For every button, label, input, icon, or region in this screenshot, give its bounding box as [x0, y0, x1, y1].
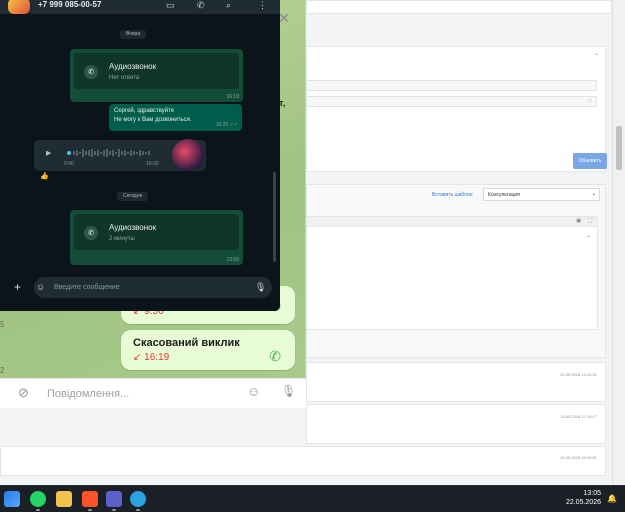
notification-icon[interactable]: 🔔 [607, 494, 617, 503]
partial-text: 2 [0, 366, 5, 375]
clock-date: 22.05.2026 [565, 499, 601, 506]
missed-call-icon: ✆ [84, 65, 98, 79]
plus-icon[interactable]: + [14, 280, 21, 294]
attach-icon[interactable]: ⊘ [18, 385, 29, 401]
call-status: 2 минуты [109, 236, 135, 242]
sticker-icon[interactable]: ☺ [36, 282, 45, 292]
crm-top-panel [306, 0, 612, 14]
contact-avatar[interactable] [8, 0, 30, 14]
refresh-button[interactable]: Обновить [573, 153, 607, 169]
image-icon[interactable]: ▣ [576, 218, 581, 224]
audio-call-message[interactable]: ✆ Аудиозвонок Нет ответа 16:19 [70, 49, 243, 102]
scrollbar-thumb[interactable] [616, 126, 622, 170]
message-line: Сергей, здравствуйте [114, 108, 175, 114]
running-indicator [88, 509, 92, 511]
cancelled-call-bubble[interactable]: Скасований виклик ↙ 16:19 ✆ [121, 330, 295, 370]
reaction-icon[interactable]: 👍 [40, 172, 49, 180]
call-title: Скасований виклик [133, 337, 240, 349]
crm-field-1[interactable] [306, 80, 597, 91]
calendar-icon[interactable]: ▭ [587, 98, 592, 104]
running-indicator [36, 509, 40, 511]
expand-icon[interactable]: ⛶ [588, 218, 592, 224]
call-status: Нет ответа [109, 75, 140, 81]
chat-scrollbar[interactable] [273, 172, 276, 262]
phone-icon[interactable]: ✆ [269, 348, 281, 365]
chevron-down-icon: ▾ [592, 192, 595, 198]
system-clock[interactable]: 13:05 22.05.2026 [566, 489, 601, 507]
call-time: ↙ 16:19 [133, 352, 170, 363]
call-card: ✆ Аудиозвонок Нет ответа [74, 53, 239, 89]
history-item: 10.05.2026 15:06:01 [0, 446, 606, 476]
running-indicator [136, 509, 140, 511]
editor-collapse-icon[interactable]: ⌃ [586, 235, 591, 242]
crm-field-2[interactable]: ▭ [306, 96, 597, 107]
telegram-compose[interactable]: ⊘ Повідомлення... ☺ 🎙 [0, 378, 306, 408]
search-icon[interactable]: ⌕ [226, 0, 231, 11]
whatsapp-icon[interactable] [30, 491, 46, 507]
whatsapp-window: +7 999 085-00-57 ▭ ✆ ⌕ ⋮ Вчера ✆ Аудиозв… [0, 0, 280, 311]
telegram-icon[interactable] [130, 491, 146, 507]
text-message[interactable]: Сергей, здравствуйте Не могу к Вам дозво… [109, 104, 242, 131]
template-select-value: Консультация [488, 192, 520, 198]
audio-call-message[interactable]: ✆ Аудиозвонок 2 минуты 13:05 [70, 210, 243, 265]
video-icon[interactable]: ▭ [166, 0, 175, 11]
compose-bar: + ☺ Введите сообщение 🎙 [0, 275, 280, 311]
message-time: 19:00 [146, 161, 159, 167]
editor-toolbar: ▣ ⛶ [307, 217, 597, 227]
chat-header: +7 999 085-00-57 ▭ ✆ ⌕ ⋮ [0, 0, 280, 14]
message-time: 16:20 ✓✓ [215, 122, 238, 128]
phone-icon[interactable]: ✆ [197, 0, 205, 11]
day-separator: Сегодня [117, 192, 149, 201]
teams-icon[interactable] [106, 491, 122, 507]
history-date: 13.05.2026 17:19:17 [560, 414, 597, 419]
call-icon: ✆ [84, 226, 98, 240]
start-icon[interactable] [4, 491, 20, 507]
voice-duration: 0:40 [64, 161, 74, 167]
crm-editor[interactable]: ▣ ⛶ ⌃ [306, 216, 598, 330]
day-separator: Вчера [120, 30, 147, 39]
emoji-icon[interactable]: ☺ [247, 384, 260, 399]
history-item: 22.05.2026 13:15:31 [306, 362, 606, 402]
history-date: 10.05.2026 15:06:01 [560, 455, 597, 460]
message-time: 16:19 [226, 94, 239, 100]
history-date: 22.05.2026 13:15:31 [560, 372, 597, 377]
call-title: Аудиозвонок [109, 223, 157, 232]
message-input-box[interactable]: ☺ Введите сообщение 🎙 [34, 277, 272, 298]
contact-name[interactable]: +7 999 085-00-57 [38, 0, 101, 9]
template-select[interactable]: Консультация ▾ [483, 188, 600, 201]
collapse-chevron-icon[interactable]: ⌃ [594, 53, 599, 60]
more-icon[interactable]: ⋮ [258, 0, 267, 11]
play-icon[interactable]: ▶ [46, 149, 51, 157]
call-title: Аудиозвонок [109, 62, 157, 71]
partial-text: 5 [0, 320, 5, 329]
page-scrollbar[interactable] [612, 0, 625, 485]
message-input[interactable]: Введите сообщение [54, 284, 120, 291]
waveform[interactable] [67, 148, 159, 158]
mic-icon[interactable]: 🎙 [281, 384, 296, 398]
message-input[interactable]: Повідомлення... [47, 388, 129, 400]
history-item: 13.05.2026 17:19:17 [306, 404, 606, 444]
call-card: ✆ Аудиозвонок 2 минуты [74, 214, 239, 250]
sender-avatar [172, 139, 204, 171]
running-indicator [112, 509, 116, 511]
message-time: 13:05 [226, 257, 239, 263]
insert-template-link[interactable]: Вставить шаблон [432, 192, 473, 198]
brave-icon[interactable] [82, 491, 98, 507]
clock-time: 13:05 [583, 490, 601, 497]
taskbar: 13:05 22.05.2026 🔔 [0, 485, 625, 512]
mic-icon[interactable]: 🎙 [255, 282, 266, 293]
crm-section-panel: ⌃ [306, 46, 606, 172]
voice-message[interactable]: ▶ 0:40 19:00 [34, 139, 206, 171]
folder-icon[interactable] [56, 491, 72, 507]
